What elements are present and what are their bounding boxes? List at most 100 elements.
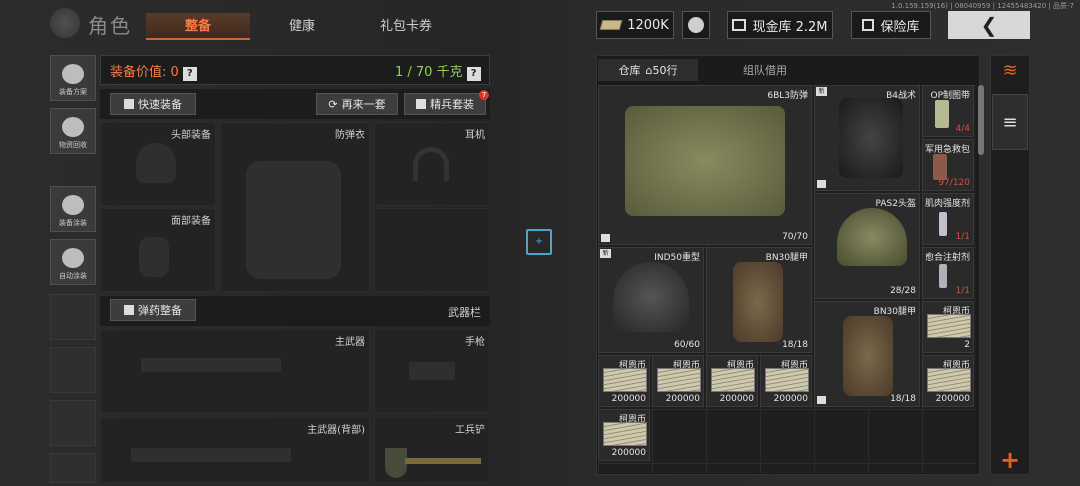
help-icon[interactable]: ? (466, 67, 481, 81)
ammo-button[interactable]: 弹药整备 (110, 299, 196, 321)
shovel-label: 工兵铲 (455, 425, 485, 436)
quick-equip-button[interactable]: 快速装备 (110, 93, 196, 115)
item-count: 1/1 (955, 232, 970, 242)
tab-gift[interactable]: 礼包卡券 (354, 13, 458, 40)
headset-icon (413, 147, 449, 181)
nav-auto-paint-label: 自动涂装 (59, 272, 87, 280)
item-count: 200000 (611, 394, 646, 404)
money-icon (599, 20, 623, 30)
equip-value-label: 装备价值: 0 (110, 65, 179, 80)
inventory-scrollbar[interactable] (978, 85, 984, 155)
rifle-icon (141, 358, 281, 372)
nav-loadout[interactable]: 装备方案 (50, 55, 96, 101)
helmet-icon (136, 143, 176, 183)
item-coin-side[interactable]: 柯恩币 2 (922, 301, 974, 353)
item-coin[interactable]: 柯恩币 200000 (598, 355, 650, 407)
item-count: 70/70 (782, 232, 808, 242)
item-muscle[interactable]: 肌肉强度剂 1/1 (922, 193, 974, 245)
currency-display[interactable]: 1200K (596, 11, 674, 39)
tab-warehouse[interactable]: 仓库 ⌂ 50行 (598, 59, 698, 81)
nav-auto-paint[interactable]: 自动涂装 (50, 239, 96, 285)
warehouse-label: 仓库 (618, 64, 641, 77)
cash-icon (603, 368, 647, 392)
item-6bl3[interactable]: 6BL3防弹 70/70 (598, 85, 812, 245)
item-bn30-a[interactable]: BN30腿甲 18/18 (706, 247, 812, 353)
layers-icon[interactable]: ≋ (996, 60, 1024, 82)
item-coin[interactable]: 柯恩币 200000 (598, 409, 650, 461)
item-count: 200000 (773, 394, 808, 404)
recycle-icon (62, 117, 84, 137)
armor-label: 防弹衣 (335, 130, 365, 141)
elite-badge: 7 (479, 90, 489, 100)
safe-button[interactable]: 保险库 (851, 11, 931, 39)
item-count: 18/18 (782, 340, 808, 350)
tab-health[interactable]: 健康 (250, 13, 354, 40)
helmet-icon (613, 262, 689, 332)
helmet-icon (837, 208, 907, 266)
shield-icon (416, 99, 426, 109)
page-title: 角色 (88, 14, 132, 38)
center-target-icon[interactable]: + (526, 229, 552, 255)
logo-icon (50, 8, 80, 38)
tab-team[interactable]: 组队借用 (720, 59, 810, 81)
version-text: 1.0.159.159(16) | 08040959 | 12455483420… (891, 2, 1074, 10)
item-kit[interactable]: 军用急救包 97/120 (922, 139, 974, 191)
shovel-icon (385, 448, 407, 478)
item-coin[interactable]: 柯恩币 200000 (922, 355, 974, 407)
item-count: 2 (964, 340, 970, 350)
pistol-icon (409, 362, 455, 380)
profile-button[interactable] (682, 11, 710, 39)
nav-paint[interactable]: 装备涂装 (50, 186, 96, 232)
item-coin[interactable]: 柯恩币 200000 (706, 355, 758, 407)
primary-back-slot[interactable]: 主武器(背部) (100, 417, 370, 483)
item-op[interactable]: OP制图带 4/4 (922, 85, 974, 137)
nav-loadout-label: 装备方案 (59, 88, 87, 96)
help-icon[interactable]: ? (182, 67, 197, 81)
item-ind50[interactable]: 新 IND50重型 60/60 (598, 247, 704, 353)
item-count: 28/28 (890, 286, 916, 296)
cash-vault-button[interactable]: 现金库 2.2M (727, 11, 833, 39)
shovel-slot[interactable]: 工兵铲 (374, 417, 490, 483)
empty-slot (50, 294, 96, 340)
quick-label: 快速装备 (138, 98, 182, 111)
stack-icon[interactable]: ≡ (992, 94, 1028, 150)
item-heal[interactable]: 愈合注射剂 1/1 (922, 247, 974, 299)
ear-slot[interactable]: 耳机 (374, 122, 490, 206)
leg-armor-icon (843, 316, 893, 396)
item-bn30-b[interactable]: BN30腿甲 18/18 (814, 301, 920, 407)
shirt-icon (124, 99, 134, 109)
primary-label: 主武器 (335, 337, 365, 348)
primary-back-label: 主武器(背部) (307, 425, 365, 436)
add-icon[interactable]: + (996, 448, 1024, 472)
again-button[interactable]: ⟳ 再来一套 (316, 93, 398, 115)
nav-paint-label: 装备涂装 (59, 219, 87, 227)
empty-slot (50, 453, 96, 483)
cash-icon (603, 422, 647, 446)
armor-slot[interactable]: 防弹衣 (220, 122, 370, 292)
item-name: 军用急救包 (924, 145, 970, 155)
item-count: 60/60 (674, 340, 700, 350)
rows-label: 50行 (652, 64, 678, 77)
tab-prep[interactable]: 整备 (146, 13, 250, 40)
item-count: 4/4 (955, 124, 970, 134)
backpack-icon (839, 98, 903, 178)
box-icon (601, 234, 610, 242)
item-name: 愈合注射剂 (924, 253, 970, 263)
item-coin[interactable]: 柯恩币 200000 (760, 355, 812, 407)
primary-weapon-slot[interactable]: 主武器 (100, 329, 370, 413)
vest-icon (246, 161, 341, 279)
head-label: 头部装备 (171, 130, 211, 141)
head-slot[interactable]: 头部装备 (100, 122, 216, 206)
pistol-slot[interactable]: 手枪 (374, 329, 490, 413)
item-count: 200000 (665, 394, 700, 404)
elite-button[interactable]: 精兵套装 7 (404, 90, 489, 115)
nav-recycle[interactable]: 物资回收 (50, 108, 96, 154)
new-badge: 新 (816, 87, 827, 96)
face-slot[interactable]: 面部装备 (100, 208, 216, 292)
item-b4[interactable]: 新 B4战术 (814, 85, 920, 191)
cash-icon (711, 368, 755, 392)
item-pas2[interactable]: PAS2头盔 28/28 (814, 193, 920, 299)
auto-paint-icon (62, 248, 84, 268)
back-button[interactable]: ❮ (948, 11, 1030, 39)
item-coin[interactable]: 柯恩币 200000 (652, 355, 704, 407)
